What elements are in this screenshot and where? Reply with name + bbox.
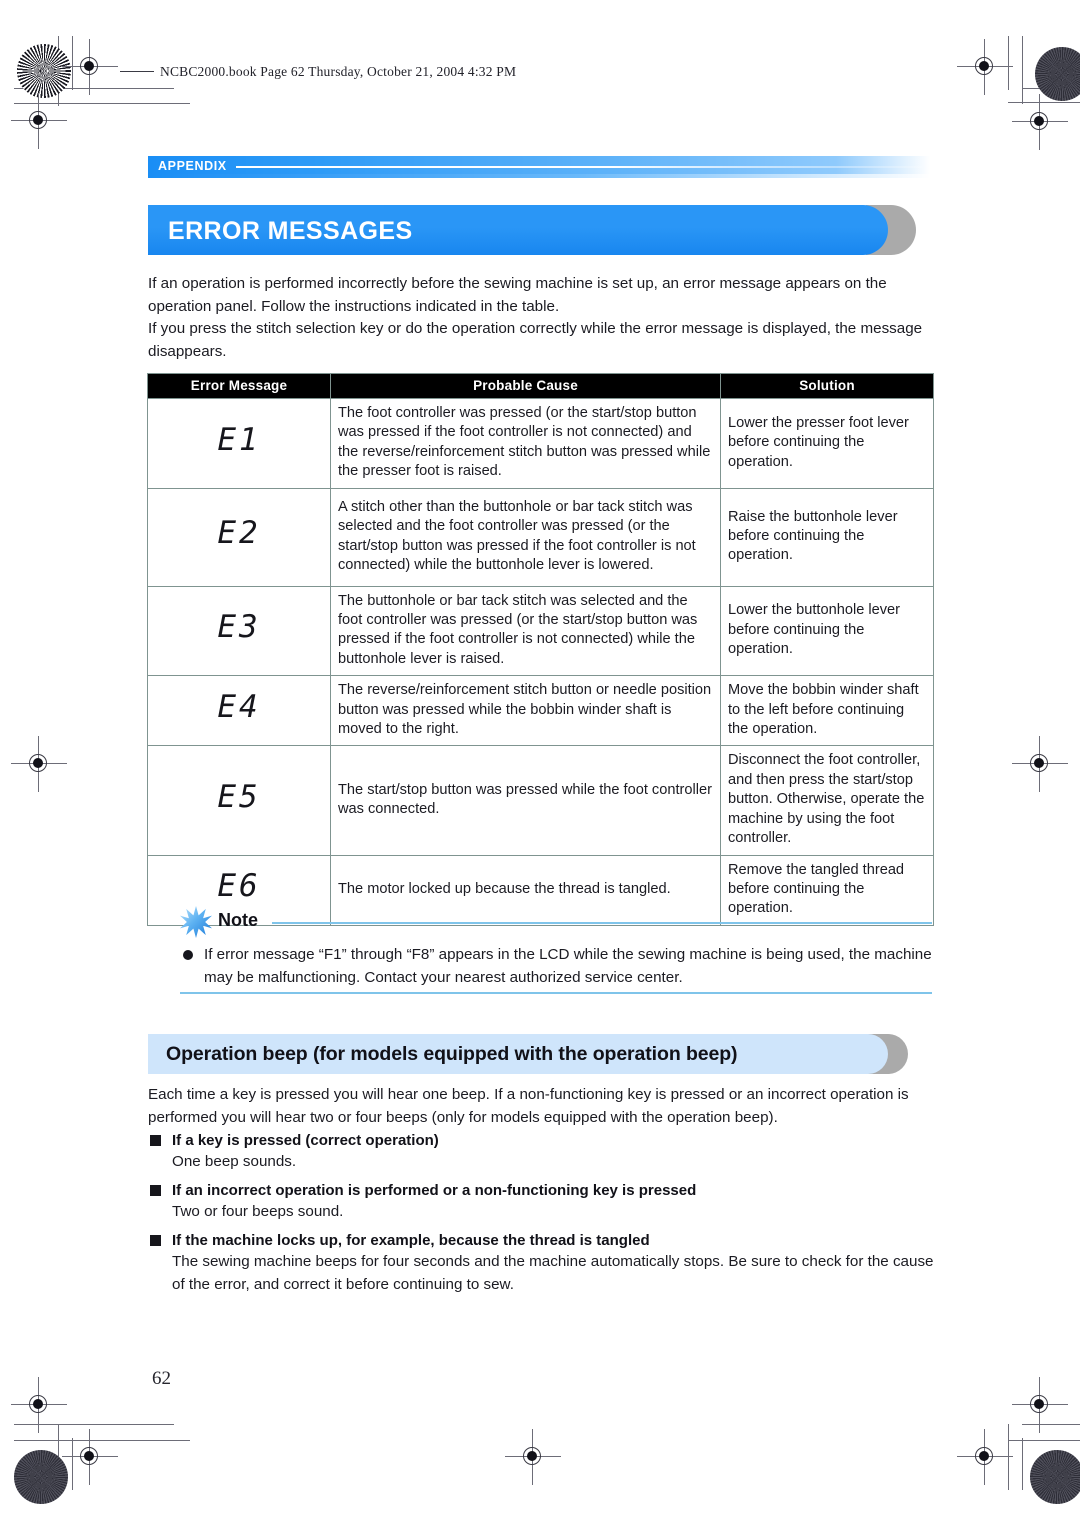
running-head-underline: [148, 174, 930, 178]
solution-cell: Raise the buttonhole lever before contin…: [720, 487, 934, 587]
note-divider: [272, 922, 932, 924]
error-messages-table: Error Message Probable Cause Solution E1…: [147, 373, 934, 926]
lcd-error-code: E2: [217, 515, 261, 552]
lcd-error-code: E1: [217, 421, 261, 458]
column-header-solution: Solution: [720, 373, 934, 399]
note-text-wrapper: If error message “F1” through “F8” appea…: [180, 944, 932, 989]
lcd-error-code: E6: [217, 868, 261, 905]
beep-item-heading: If the machine locks up, for example, be…: [172, 1232, 650, 1249]
table-header-row: Error Message Probable Cause Solution: [147, 373, 934, 399]
solution-cell: Lower the presser foot lever before cont…: [720, 398, 934, 489]
note-header: Note: [180, 906, 932, 938]
appendix-running-head: APPENDIX: [148, 156, 930, 178]
lcd-error-code: E5: [217, 778, 261, 815]
beep-item-heading: If an incorrect operation is performed o…: [172, 1182, 697, 1199]
beep-item-heading-wrapper: If the machine locks up, for example, be…: [148, 1230, 936, 1251]
probable-cause-cell: The reverse/reinforcement stitch button …: [330, 675, 721, 747]
beep-item-text: Two or four beeps sound.: [172, 1203, 344, 1220]
beep-item: If an incorrect operation is performed o…: [148, 1180, 936, 1224]
lcd-error-code: E4: [217, 689, 261, 726]
column-header-error-message: Error Message: [147, 373, 331, 399]
bullet-icon: [183, 950, 193, 960]
square-bullet-icon: [150, 1185, 161, 1196]
table-row: E4 The reverse/reinforcement stitch butt…: [147, 675, 934, 747]
probable-cause-cell: The foot controller was pressed (or the …: [330, 398, 721, 489]
probable-cause-cell: The start/stop button was pressed while …: [330, 745, 721, 856]
beep-item-text: The sewing machine beeps for four second…: [172, 1253, 934, 1293]
page-title: ERROR MESSAGES: [168, 217, 413, 245]
lcd-error-code: E3: [217, 609, 261, 646]
beep-intro-paragraph: Each time a key is pressed you will hear…: [148, 1086, 909, 1126]
error-code-cell: E1: [147, 398, 331, 489]
probable-cause-cell: The buttonhole or bar tack stitch was se…: [330, 585, 721, 677]
note-text: If error message “F1” through “F8” appea…: [204, 946, 932, 986]
error-code-cell: E4: [147, 675, 331, 747]
column-header-probable-cause: Probable Cause: [330, 373, 721, 399]
solution-cell: Lower the buttonhole lever before contin…: [720, 585, 934, 677]
probable-cause-cell: A stitch other than the buttonhole or ba…: [330, 487, 721, 587]
solution-cell: Move the bobbin winder shaft to the left…: [720, 675, 934, 747]
note-title: Note: [218, 910, 258, 930]
page-number: 62: [152, 1368, 171, 1389]
intro-paragraph: If an operation is performed incorrectly…: [148, 275, 923, 360]
error-code-cell: E2: [147, 487, 331, 587]
table-row: E1 The foot controller was pressed (or t…: [147, 398, 934, 489]
table-row: E5 The start/stop button was pressed whi…: [147, 745, 934, 856]
table-row: E2 A stitch other than the buttonhole or…: [147, 487, 934, 587]
beep-item-heading: If a key is pressed (correct operation): [172, 1132, 439, 1149]
note-block: Note If error message “F1” through “F8” …: [180, 906, 932, 989]
error-code-cell: E3: [147, 585, 331, 677]
beep-item-heading-wrapper: If an incorrect operation is performed o…: [148, 1180, 936, 1201]
square-bullet-icon: [150, 1135, 161, 1146]
subsection-title: Operation beep (for models equipped with…: [166, 1043, 738, 1065]
solution-cell: Disconnect the foot controller, and then…: [720, 745, 934, 856]
error-code-cell: E5: [147, 745, 331, 856]
table-row: E3 The buttonhole or bar tack stitch was…: [147, 585, 934, 677]
running-head-label: APPENDIX: [158, 159, 227, 173]
beep-item-heading-wrapper: If a key is pressed (correct operation): [148, 1130, 936, 1151]
document-page: APPENDIX ERROR MESSAGES If an operation …: [0, 0, 1080, 1528]
beep-item-text: One beep sounds.: [172, 1153, 297, 1170]
square-bullet-icon: [150, 1235, 161, 1246]
subsection-title-banner: Operation beep (for models equipped with…: [148, 1034, 908, 1074]
beep-item: If a key is pressed (correct operation) …: [148, 1130, 936, 1174]
running-head-rule: [236, 166, 922, 168]
note-bottom-divider: [180, 992, 932, 994]
starburst-icon: [180, 906, 212, 938]
beep-item: If the machine locks up, for example, be…: [148, 1230, 936, 1296]
section-title-banner: ERROR MESSAGES: [148, 205, 916, 255]
